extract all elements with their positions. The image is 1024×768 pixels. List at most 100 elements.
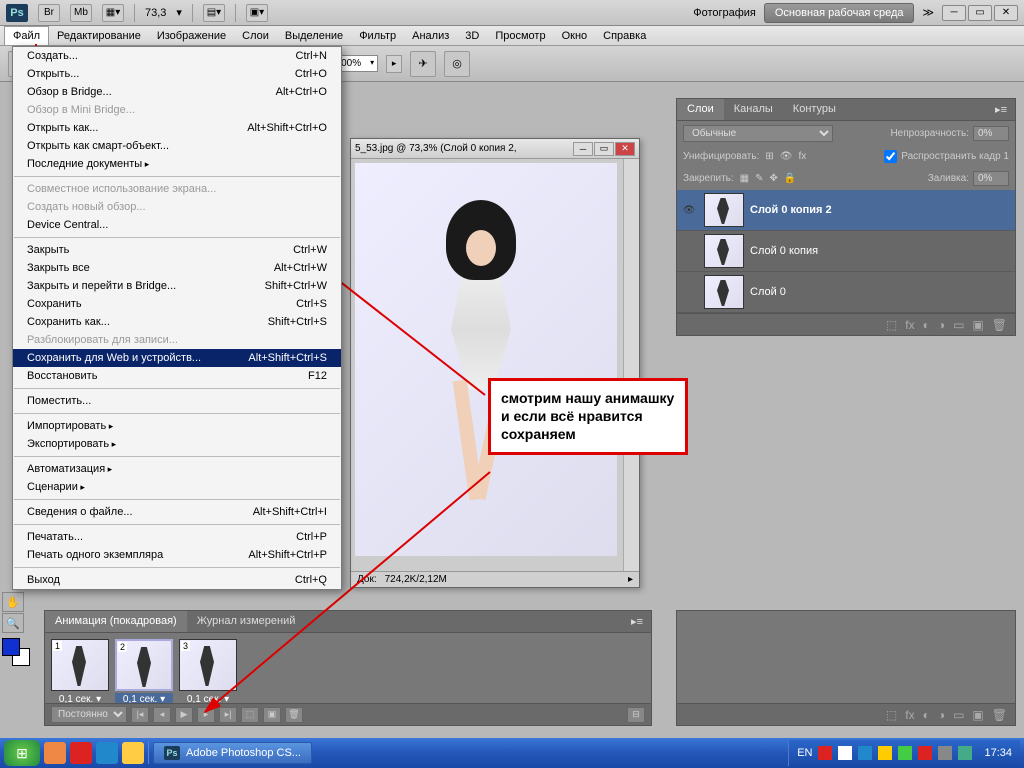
- opera-icon[interactable]: [70, 742, 92, 764]
- next-frame-button[interactable]: ▸: [197, 707, 215, 723]
- fx-icon[interactable]: fx: [905, 708, 914, 722]
- menu-item[interactable]: Печать одного экземпляраAlt+Shift+Ctrl+P: [13, 546, 341, 564]
- tray-icon[interactable]: [818, 746, 832, 760]
- menu-item[interactable]: Импортировать: [13, 417, 341, 435]
- minimize-button[interactable]: ─: [942, 5, 966, 21]
- loop-select[interactable]: Постоянно: [51, 706, 127, 723]
- layer-row[interactable]: Слой 0 копия: [677, 231, 1015, 272]
- canvas[interactable]: [355, 163, 617, 556]
- workspace-button[interactable]: Основная рабочая среда: [764, 3, 915, 23]
- link-icon[interactable]: ⬚: [886, 708, 897, 722]
- doc-minimize[interactable]: ─: [573, 142, 593, 156]
- mask-icon[interactable]: ◐: [923, 708, 930, 722]
- tray-icon[interactable]: [898, 746, 912, 760]
- more-icon[interactable]: ≫: [922, 6, 934, 19]
- adjust-icon[interactable]: ◑: [938, 708, 945, 722]
- zoom-tool-icon[interactable]: 🔍: [2, 613, 24, 633]
- tab-measurement-log[interactable]: Журнал измерений: [187, 611, 306, 632]
- flow-arrow[interactable]: ▸: [386, 55, 402, 73]
- menu-item[interactable]: Открыть как...Alt+Shift+Ctrl+O: [13, 119, 341, 137]
- lock-all-icon[interactable]: 🔒: [784, 173, 796, 184]
- maximize-button[interactable]: ▭: [968, 5, 992, 21]
- menu-item[interactable]: Сведения о файле...Alt+Shift+Ctrl+I: [13, 503, 341, 521]
- animation-frame[interactable]: 30,1 сек. ▾: [179, 639, 237, 706]
- menu-filter[interactable]: Фильтр: [351, 27, 404, 45]
- doc-close[interactable]: ✕: [615, 142, 635, 156]
- delete-frame-button[interactable]: 🗑: [285, 707, 303, 723]
- volume-icon[interactable]: [878, 746, 892, 760]
- menu-item[interactable]: ВыходCtrl+Q: [13, 571, 341, 589]
- last-frame-button[interactable]: ▸|: [219, 707, 237, 723]
- start-button[interactable]: ⊞: [4, 740, 40, 766]
- layer-thumbnail[interactable]: [704, 193, 744, 227]
- layer-opacity[interactable]: [973, 126, 1009, 141]
- menu-select[interactable]: Выделение: [277, 27, 351, 45]
- tray-icon[interactable]: [858, 746, 872, 760]
- folder-icon[interactable]: ▭: [953, 708, 964, 722]
- close-button[interactable]: ✕: [994, 5, 1018, 21]
- layer-name[interactable]: Слой 0 копия 2: [750, 204, 832, 216]
- prev-frame-button[interactable]: ◂: [153, 707, 171, 723]
- menu-item[interactable]: Сохранить как...Shift+Ctrl+S: [13, 313, 341, 331]
- menu-item[interactable]: СохранитьCtrl+S: [13, 295, 341, 313]
- propagate-checkbox[interactable]: [884, 150, 897, 163]
- photography-label[interactable]: Фотография: [693, 7, 756, 19]
- group-icon[interactable]: ▭: [953, 318, 964, 332]
- menu-file[interactable]: Файл: [4, 26, 49, 45]
- tab-layers[interactable]: Слои: [677, 99, 724, 120]
- menu-item[interactable]: Сценарии: [13, 478, 341, 496]
- avira-icon[interactable]: [918, 746, 932, 760]
- menu-3d[interactable]: 3D: [457, 27, 487, 45]
- layer-fill[interactable]: [973, 171, 1009, 186]
- unify-style-icon[interactable]: fx: [798, 151, 806, 162]
- menu-item[interactable]: Автоматизация: [13, 460, 341, 478]
- new-icon[interactable]: ▣: [972, 708, 983, 722]
- taskbar-app-photoshop[interactable]: Ps Adobe Photoshop CS...: [153, 742, 312, 764]
- menu-help[interactable]: Справка: [595, 27, 654, 45]
- minibridge-icon[interactable]: Mb: [70, 4, 92, 22]
- visibility-icon[interactable]: [680, 283, 698, 301]
- menu-item[interactable]: Экспортировать: [13, 435, 341, 453]
- file-dropdown[interactable]: Создать...Ctrl+NОткрыть...Ctrl+OОбзор в …: [12, 46, 342, 590]
- anim-panel-menu-icon[interactable]: ▸≡: [623, 611, 651, 632]
- unify-position-icon[interactable]: ⊞: [765, 151, 773, 162]
- tab-animation[interactable]: Анимация (покадровая): [45, 611, 187, 632]
- foreground-color[interactable]: [2, 638, 20, 656]
- airbrush-icon[interactable]: ✈: [410, 51, 436, 77]
- link-layers-icon[interactable]: ⬚: [886, 318, 897, 332]
- tab-channels[interactable]: Каналы: [724, 99, 783, 120]
- pressure-size-icon[interactable]: ◎: [444, 51, 470, 77]
- layer-thumbnail[interactable]: [704, 234, 744, 268]
- layer-name[interactable]: Слой 0: [750, 286, 786, 298]
- menu-window[interactable]: Окно: [554, 27, 596, 45]
- hand-tool-icon[interactable]: ✋: [2, 592, 24, 612]
- menu-view[interactable]: Просмотр: [487, 27, 553, 45]
- menu-item[interactable]: Device Central...: [13, 216, 341, 234]
- vertical-scrollbar[interactable]: [623, 159, 639, 571]
- lock-pixels-icon[interactable]: ✎: [755, 173, 763, 184]
- layer-row[interactable]: Слой 0: [677, 272, 1015, 313]
- lock-position-icon[interactable]: ✥: [770, 173, 778, 184]
- menu-analysis[interactable]: Анализ: [404, 27, 457, 45]
- layer-row[interactable]: 👁 Слой 0 копия 2: [677, 190, 1015, 231]
- menu-item[interactable]: Закрыть и перейти в Bridge...Shift+Ctrl+…: [13, 277, 341, 295]
- menu-edit[interactable]: Редактирование: [49, 27, 149, 45]
- menu-item[interactable]: Открыть...Ctrl+O: [13, 65, 341, 83]
- layer-mask-icon[interactable]: ◐: [923, 318, 930, 332]
- menu-item[interactable]: Создать...Ctrl+N: [13, 47, 341, 65]
- layer-name[interactable]: Слой 0 копия: [750, 245, 818, 257]
- tray-icon[interactable]: [958, 746, 972, 760]
- visibility-icon[interactable]: 👁: [680, 201, 698, 219]
- ie-icon[interactable]: [96, 742, 118, 764]
- doc-maximize[interactable]: ▭: [594, 142, 614, 156]
- menu-item[interactable]: Печатать...Ctrl+P: [13, 528, 341, 546]
- firefox-icon[interactable]: [44, 742, 66, 764]
- menu-layers[interactable]: Слои: [234, 27, 277, 45]
- duplicate-frame-button[interactable]: ▣: [263, 707, 281, 723]
- language-indicator[interactable]: EN: [797, 747, 812, 759]
- bridge-icon[interactable]: Br: [38, 4, 60, 22]
- menu-item[interactable]: Поместить...: [13, 392, 341, 410]
- menu-item[interactable]: Открыть как смарт-объект...: [13, 137, 341, 155]
- menu-item[interactable]: Последние документы: [13, 155, 341, 173]
- tween-button[interactable]: ⬚: [241, 707, 259, 723]
